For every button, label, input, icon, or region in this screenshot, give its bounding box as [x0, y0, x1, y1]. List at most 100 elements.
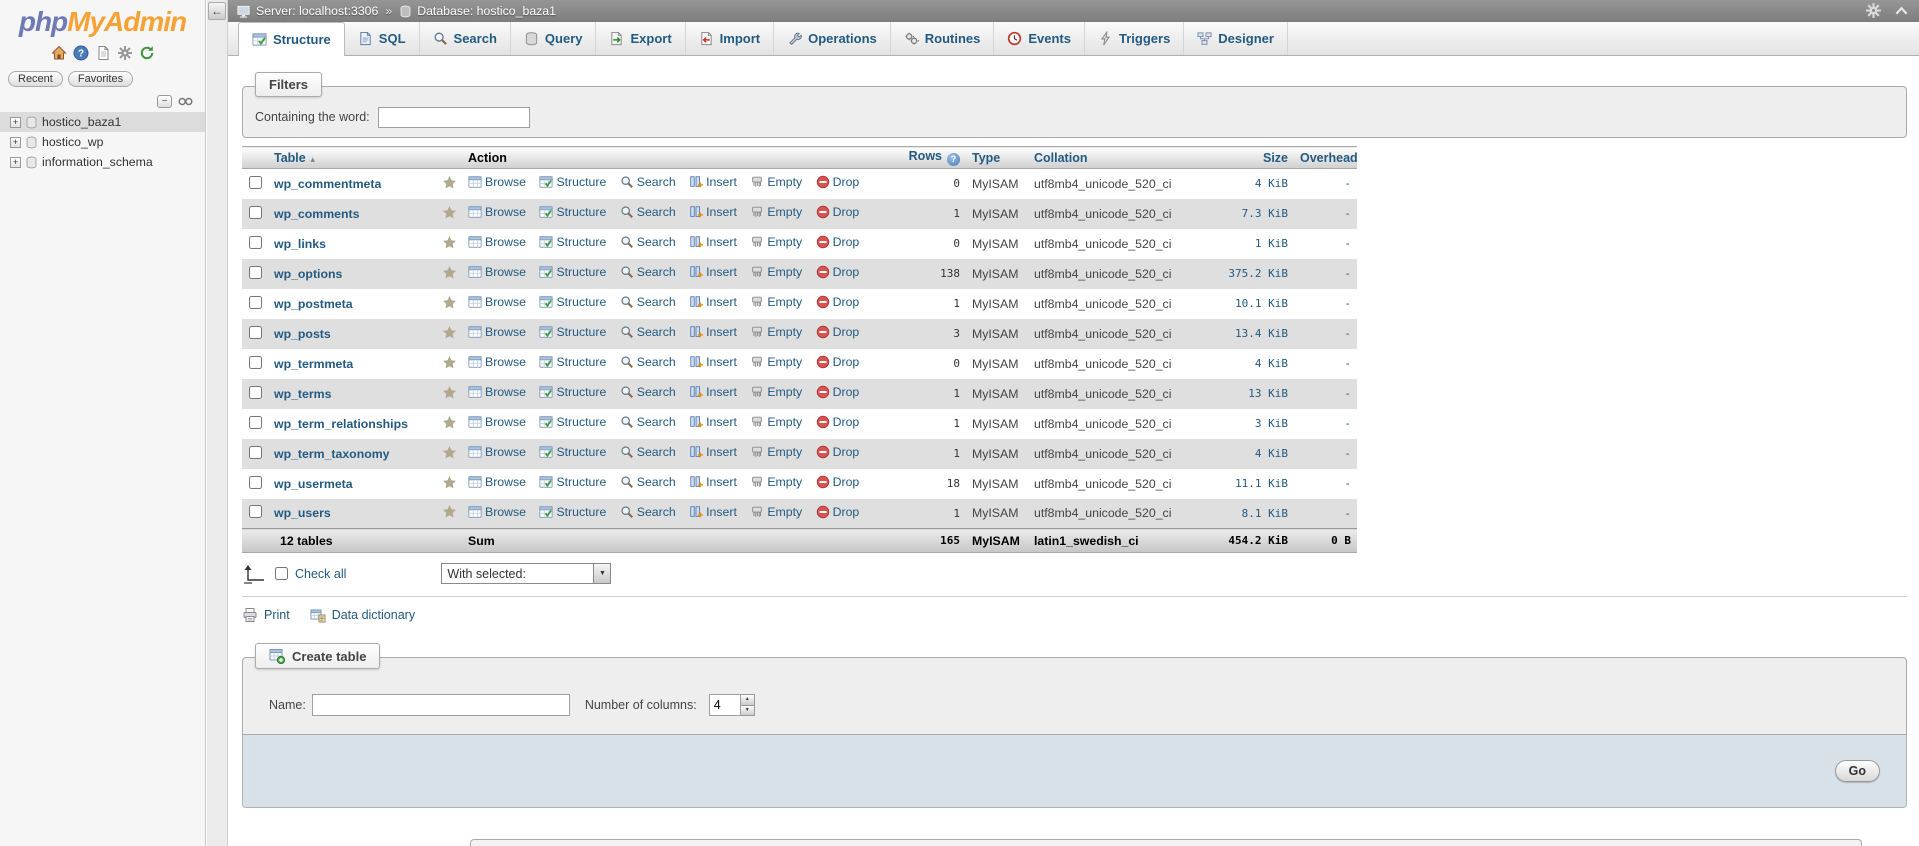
tree-item-database[interactable]: + hostico_baza1 [0, 112, 205, 132]
row-checkbox[interactable] [248, 445, 262, 459]
structure-link[interactable]: Structure [539, 265, 606, 279]
empty-link[interactable]: Empty [750, 205, 802, 219]
search-link[interactable]: Search [620, 475, 676, 489]
empty-link[interactable]: Empty [750, 175, 802, 189]
browse-link[interactable]: Browse [468, 325, 526, 339]
table-name-link[interactable]: wp_commentmeta [274, 177, 381, 191]
structure-link[interactable]: Structure [539, 415, 606, 429]
table-name-link[interactable]: wp_usermeta [274, 477, 353, 491]
tab-triggers[interactable]: Triggers [1085, 22, 1185, 55]
empty-link[interactable]: Empty [750, 325, 802, 339]
browse-link[interactable]: Browse [468, 385, 526, 399]
favorite-star-icon[interactable] [442, 265, 457, 280]
collapse-all-icon[interactable]: − [157, 95, 172, 108]
empty-link[interactable]: Empty [750, 445, 802, 459]
row-checkbox[interactable] [248, 475, 262, 489]
favorite-star-icon[interactable] [442, 295, 457, 310]
structure-link[interactable]: Structure [539, 475, 606, 489]
empty-link[interactable]: Empty [750, 235, 802, 249]
drop-link[interactable]: Drop [816, 175, 859, 189]
insert-link[interactable]: Insert [689, 475, 737, 489]
browse-link[interactable]: Browse [468, 445, 526, 459]
with-selected-select[interactable]: With selected: ▼ [441, 563, 612, 584]
favorite-star-icon[interactable] [442, 445, 457, 460]
columns-count-input[interactable] [708, 694, 741, 716]
navigation-resize-strip[interactable]: ← [207, 0, 228, 846]
check-all-label[interactable]: Check all [295, 567, 346, 581]
phpmyadmin-logo[interactable]: phpMyAdmin [0, 0, 205, 38]
sort-by-table-link[interactable]: Table [274, 151, 306, 165]
insert-link[interactable]: Insert [689, 385, 737, 399]
drop-link[interactable]: Drop [816, 265, 859, 279]
drop-link[interactable]: Drop [816, 325, 859, 339]
table-name-link[interactable]: wp_term_relationships [274, 417, 408, 431]
empty-link[interactable]: Empty [750, 475, 802, 489]
insert-link[interactable]: Insert [689, 325, 737, 339]
drop-link[interactable]: Drop [816, 445, 859, 459]
structure-link[interactable]: Structure [539, 445, 606, 459]
insert-link[interactable]: Insert [689, 295, 737, 309]
search-link[interactable]: Search [620, 445, 676, 459]
tab-routines[interactable]: Routines [891, 22, 995, 55]
documentation-icon[interactable] [95, 45, 111, 61]
table-name-link[interactable]: wp_term_taxonomy [274, 447, 390, 461]
search-link[interactable]: Search [620, 325, 676, 339]
structure-link[interactable]: Structure [539, 325, 606, 339]
browse-link[interactable]: Browse [468, 295, 526, 309]
tab-search[interactable]: Search [420, 22, 511, 55]
row-checkbox[interactable] [248, 385, 262, 399]
sort-by-rows-link[interactable]: Rows [909, 149, 942, 163]
structure-link[interactable]: Structure [539, 295, 606, 309]
tab-sql[interactable]: SQL [345, 22, 420, 55]
search-link[interactable]: Search [620, 175, 676, 189]
drop-link[interactable]: Drop [816, 355, 859, 369]
insert-link[interactable]: Insert [689, 265, 737, 279]
structure-link[interactable]: Structure [539, 205, 606, 219]
empty-link[interactable]: Empty [750, 265, 802, 279]
search-link[interactable]: Search [620, 385, 676, 399]
tab-query[interactable]: Query [511, 22, 597, 55]
search-link[interactable]: Search [620, 235, 676, 249]
table-name-link[interactable]: wp_posts [274, 327, 331, 341]
table-name-link[interactable]: wp_users [274, 506, 331, 520]
search-link[interactable]: Search [620, 415, 676, 429]
row-checkbox[interactable] [248, 265, 262, 279]
favorite-star-icon[interactable] [442, 325, 457, 340]
browse-link[interactable]: Browse [468, 355, 526, 369]
empty-link[interactable]: Empty [750, 295, 802, 309]
breadcrumb-server[interactable]: Server: localhost:3306 [256, 4, 378, 18]
table-name-link[interactable]: wp_comments [274, 207, 359, 221]
insert-link[interactable]: Insert [689, 415, 737, 429]
collapse-navigation-button[interactable]: ← [208, 2, 226, 20]
table-name-link[interactable]: wp_options [274, 267, 342, 281]
empty-link[interactable]: Empty [750, 505, 802, 519]
new-table-name-input[interactable] [311, 694, 570, 716]
check-all-checkbox[interactable] [275, 567, 288, 580]
tree-item-database[interactable]: + hostico_wp [0, 132, 205, 152]
drop-link[interactable]: Drop [816, 385, 859, 399]
table-name-link[interactable]: wp_termmeta [274, 357, 353, 371]
expand-icon[interactable]: + [10, 136, 21, 148]
browse-link[interactable]: Browse [468, 205, 526, 219]
drop-link[interactable]: Drop [816, 205, 859, 219]
insert-link[interactable]: Insert [689, 505, 737, 519]
row-checkbox[interactable] [248, 415, 262, 429]
drop-link[interactable]: Drop [816, 505, 859, 519]
insert-link[interactable]: Insert [689, 175, 737, 189]
expand-icon[interactable]: + [10, 116, 21, 128]
browse-link[interactable]: Browse [468, 415, 526, 429]
table-name-link[interactable]: wp_postmeta [274, 297, 353, 311]
insert-link[interactable]: Insert [689, 355, 737, 369]
sort-by-overhead-link[interactable]: Overhead [1300, 151, 1358, 165]
structure-link[interactable]: Structure [539, 385, 606, 399]
breadcrumb-database[interactable]: Database: hostico_baza1 [417, 4, 556, 18]
insert-link[interactable]: Insert [689, 205, 737, 219]
favorites-button[interactable]: Favorites [67, 71, 134, 87]
structure-link[interactable]: Structure [539, 175, 606, 189]
drop-link[interactable]: Drop [816, 295, 859, 309]
collapse-top-chevron-icon[interactable] [1894, 4, 1909, 17]
row-checkbox[interactable] [248, 325, 262, 339]
search-link[interactable]: Search [620, 295, 676, 309]
sort-by-type-link[interactable]: Type [972, 151, 1000, 165]
tab-designer[interactable]: Designer [1184, 22, 1288, 55]
